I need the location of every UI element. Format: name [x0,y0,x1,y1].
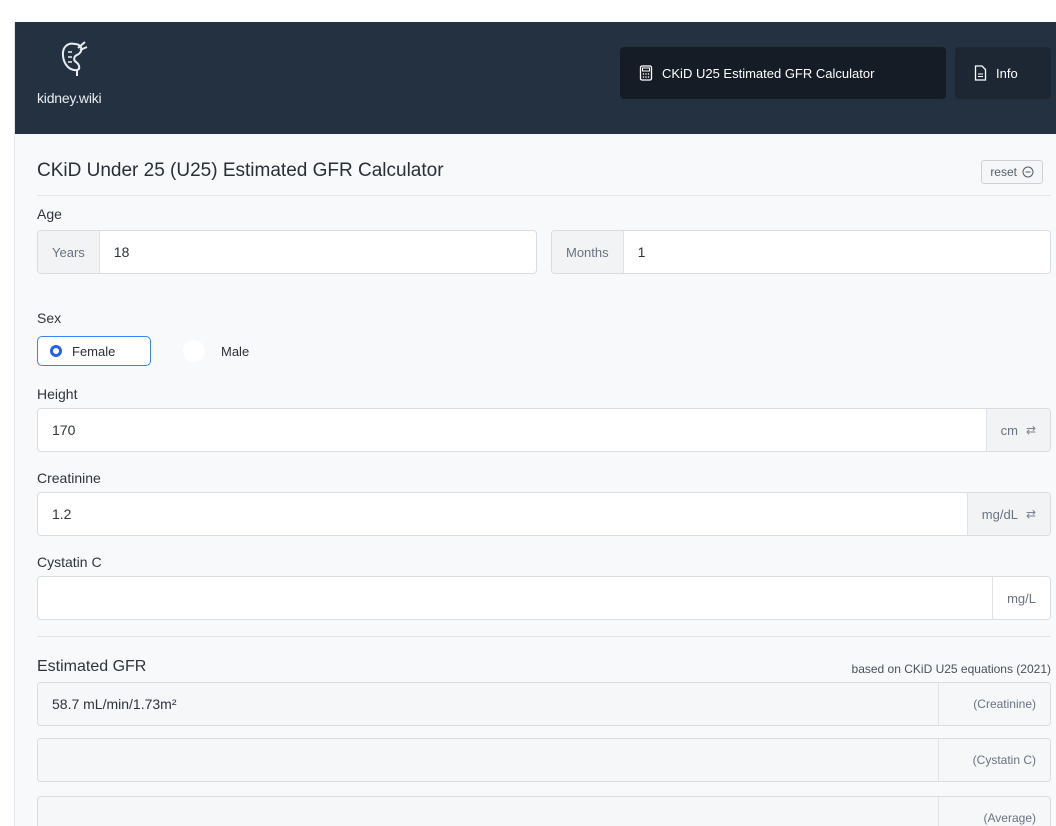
results-header: Estimated GFR based on CKiD U25 equation… [37,658,1051,680]
cystatin-unit: mg/L [992,577,1050,619]
result-row-creatinine: 58.7 mL/min/1.73m² (Creatinine) [37,682,1051,726]
height-group: 170 cm ⇄ [37,408,1051,452]
height-label: Height [37,386,78,402]
sex-label: Sex [37,310,62,326]
months-addon: Months [552,231,624,273]
results-note: based on CKiD U25 equations (2021) [851,662,1051,676]
male-label: Male [221,343,250,359]
height-unit: cm [1000,422,1018,438]
title-row: CKiD Under 25 (U25) Estimated GFR Calcul… [37,160,1051,196]
female-label: Female [72,343,116,359]
sex-radio-female[interactable]: Female [37,336,151,366]
app-frame: kidney.wiki CKiD U25 Estimated GFR Calcu… [14,22,1056,826]
creatinine-unit-toggle[interactable]: mg/dL ⇄ [966,493,1050,535]
document-icon [974,65,987,81]
nav-calculator-button[interactable]: CKiD U25 Estimated GFR Calculator [620,47,946,99]
age-years-input[interactable]: 18 [100,231,536,273]
result-tag: (Cystatin C) [938,739,1050,781]
section-divider [37,636,1051,637]
swap-arrows-icon: ⇄ [1025,507,1036,521]
sex-radio-male[interactable]: Male [183,336,249,366]
nav-calculator-label: CKiD U25 Estimated GFR Calculator [662,65,875,81]
creatinine-input[interactable]: 1.2 [38,493,967,535]
result-tag: (Creatinine) [938,683,1050,725]
nav-info-label: Info [996,65,1018,81]
creatinine-label: Creatinine [37,470,101,486]
age-months-group: Months 1 [551,230,1051,274]
logo-text: kidney.wiki [37,90,102,106]
result-row-cystatin: (Cystatin C) [37,738,1051,782]
reset-button[interactable]: reset [981,160,1043,184]
creatinine-unit: mg/dL [981,506,1018,522]
result-value [38,797,938,826]
calculator-icon [639,65,653,81]
page-title: CKiD Under 25 (U25) Estimated GFR Calcul… [37,160,444,181]
top-navbar: kidney.wiki CKiD U25 Estimated GFR Calcu… [15,22,1056,134]
age-years-group: Years 18 [37,230,537,274]
cystatin-group: mg/L [37,576,1051,620]
kidney-logo-icon [61,41,88,76]
years-addon: Years [38,231,100,273]
age-months-input[interactable]: 1 [624,231,1050,273]
minus-circle-icon [1022,166,1034,178]
swap-arrows-icon: ⇄ [1025,423,1036,437]
height-unit-toggle[interactable]: cm ⇄ [985,409,1050,451]
cystatin-input[interactable] [38,577,992,619]
nav-info-button[interactable]: Info [955,47,1051,99]
creatinine-group: 1.2 mg/dL ⇄ [37,492,1051,536]
height-input[interactable]: 170 [38,409,986,451]
radio-selected-icon [50,345,62,357]
result-row-average: (Average) [37,796,1051,826]
cystatin-label: Cystatin C [37,554,102,570]
result-tag: (Average) [938,797,1050,826]
results-title: Estimated GFR [37,658,147,675]
radio-unselected-icon [183,340,205,362]
site-logo[interactable]: kidney.wiki [37,38,127,118]
result-value [38,739,938,781]
age-label: Age [37,206,62,222]
result-value: 58.7 mL/min/1.73m² [52,696,177,712]
reset-label: reset [990,165,1017,179]
